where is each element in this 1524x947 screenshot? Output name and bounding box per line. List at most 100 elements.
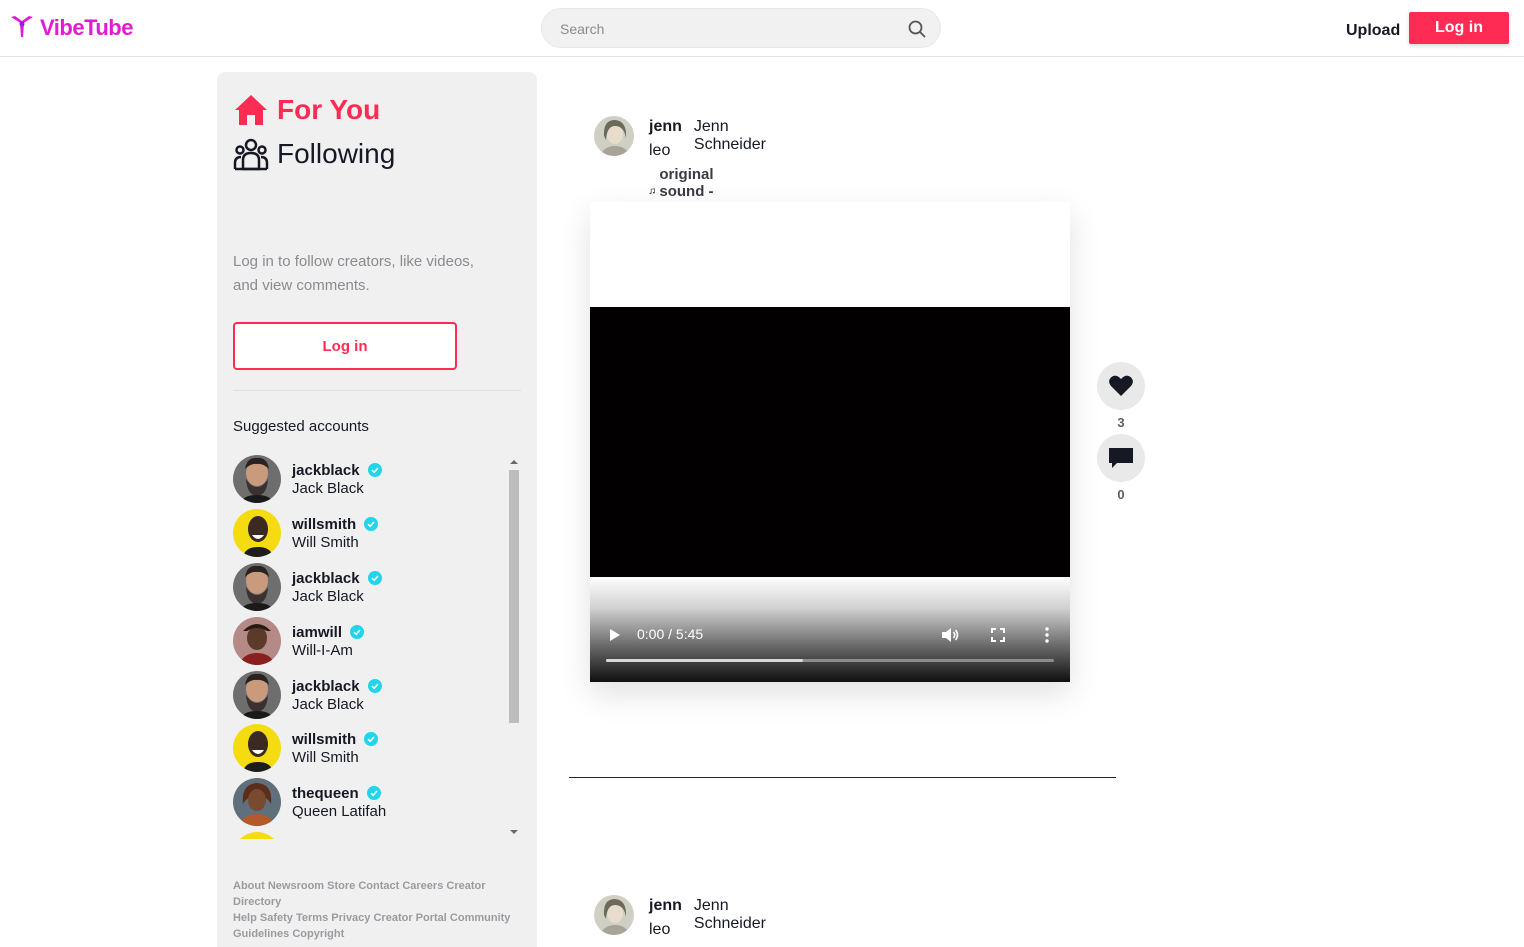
nav-following[interactable]: Following — [233, 136, 395, 172]
fullscreen-icon[interactable] — [989, 626, 1007, 644]
accounts-scrollbar[interactable] — [507, 460, 521, 840]
video-buffered — [606, 659, 804, 662]
footer-links: About Newsroom Store Contact Careers Cre… — [233, 878, 523, 942]
post-handle[interactable]: jenn — [649, 118, 682, 136]
post-caption: leo — [649, 142, 671, 159]
avatar — [233, 455, 281, 503]
like-count: 3 — [1117, 415, 1125, 430]
login-hint-text: Log in to follow creators, like videos, … — [233, 253, 474, 294]
footer-row-1: About Newsroom Store Contact Careers Cre… — [233, 878, 523, 910]
account-name: Will-I-Am — [292, 641, 353, 659]
verified-icon — [364, 732, 379, 746]
account-handle: jackblack — [292, 569, 360, 587]
scroll-thumb[interactable] — [509, 470, 519, 723]
comment-icon — [1109, 448, 1133, 468]
logo-text: VibeTube — [40, 15, 133, 40]
logo[interactable]: VibeTube — [9, 14, 133, 42]
search-icon — [908, 20, 926, 38]
suggested-account[interactable]: jackblack Jack Black — [233, 454, 493, 504]
post-handle[interactable]: jenn — [649, 897, 682, 915]
footer-link[interactable]: Copyright — [292, 928, 344, 940]
logo-icon — [9, 13, 35, 44]
account-name: Will Smith — [292, 748, 359, 766]
suggested-accounts-list[interactable]: jackblack Jack Black willsmith Will Smit… — [233, 454, 521, 839]
video-player[interactable]: 0:00 / 5:45 — [590, 202, 1070, 682]
video-progress-bar[interactable] — [606, 659, 1054, 662]
top-header: VibeTube Upload Log in — [0, 0, 1524, 57]
account-handle: thequeen — [292, 784, 359, 802]
footer-link[interactable]: About — [233, 880, 265, 892]
account-handle: jackblack — [292, 461, 360, 479]
header-login-button[interactable]: Log in — [1409, 12, 1509, 44]
sidebar-login-button[interactable]: Log in — [233, 322, 457, 370]
video-controls: 0:00 / 5:45 — [590, 577, 1070, 682]
suggested-account[interactable]: jackblack Jack Black — [233, 562, 493, 612]
footer-link[interactable]: Privacy — [331, 912, 370, 924]
footer-link[interactable]: Safety — [260, 912, 293, 924]
post-author-name[interactable]: Jenn Schneider — [694, 897, 766, 933]
avatar — [233, 832, 281, 839]
account-name: Will Smith — [292, 533, 359, 551]
avatar — [233, 724, 281, 772]
footer-link[interactable]: Store — [327, 880, 355, 892]
avatar — [233, 563, 281, 611]
verified-icon — [350, 625, 365, 639]
footer-row-2: Help Safety Terms Privacy Creator Portal… — [233, 910, 523, 942]
verified-icon — [366, 786, 381, 800]
sidebar-divider — [233, 390, 521, 391]
search-input[interactable] — [560, 19, 890, 39]
suggested-account[interactable]: willsmith Will Smith — [233, 508, 493, 558]
verified-icon — [367, 679, 382, 693]
avatar — [233, 778, 281, 826]
comment-count: 0 — [1117, 487, 1125, 502]
account-handle: iamwill — [292, 623, 343, 641]
scroll-down-arrow[interactable] — [510, 830, 518, 834]
avatar — [233, 509, 281, 557]
suggested-account[interactable]: jackblack Jack Black — [233, 670, 493, 720]
nav-following-label: Following — [277, 138, 396, 169]
suggested-account[interactable]: willsmith Will Smith — [233, 723, 493, 773]
post-divider — [569, 777, 1116, 778]
suggested-account[interactable]: iamwill Will-I-Am — [233, 616, 493, 666]
suggested-account[interactable]: thequeen Queen Latifah — [233, 777, 493, 827]
heart-icon — [1109, 375, 1133, 396]
volume-icon[interactable] — [940, 626, 960, 644]
account-handle: jackblack — [292, 677, 360, 695]
comment-button[interactable] — [1097, 434, 1145, 482]
footer-link[interactable]: Terms — [296, 912, 328, 924]
account-name: Queen Latifah — [292, 802, 387, 820]
music-note-icon — [649, 188, 655, 195]
post-author-name[interactable]: Jenn Schneider — [694, 118, 766, 154]
search-button[interactable] — [906, 18, 928, 40]
account-handle: willsmith — [292, 515, 357, 533]
nav-for-you[interactable]: For You — [233, 92, 380, 128]
post-caption: leo — [649, 921, 671, 938]
play-icon[interactable] — [608, 628, 622, 642]
footer-link[interactable]: Contact — [358, 880, 399, 892]
footer-link[interactable]: Careers — [402, 880, 443, 892]
post-avatar[interactable] — [594, 116, 634, 156]
verified-icon — [367, 571, 382, 585]
home-icon — [235, 95, 267, 125]
account-name: Jack Black — [292, 587, 364, 605]
like-button[interactable] — [1097, 362, 1145, 410]
account-name: Jack Black — [292, 695, 364, 713]
avatar — [233, 617, 281, 665]
verified-icon — [364, 517, 379, 531]
scroll-up-arrow[interactable] — [510, 460, 518, 464]
suggested-account[interactable] — [233, 831, 493, 839]
video-frame[interactable] — [590, 307, 1070, 577]
nav-for-you-label: For You — [277, 94, 381, 125]
suggested-accounts-title: Suggested accounts — [233, 418, 369, 435]
footer-link[interactable]: Creator Portal — [373, 912, 446, 924]
search-bar — [541, 8, 941, 48]
users-icon — [233, 138, 269, 171]
post-avatar[interactable] — [594, 895, 634, 935]
account-handle: willsmith — [292, 730, 357, 748]
footer-link[interactable]: Help — [233, 912, 257, 924]
footer-link[interactable]: Newsroom — [268, 880, 324, 892]
verified-icon — [367, 463, 382, 477]
more-options-icon[interactable] — [1038, 626, 1056, 644]
upload-link[interactable]: Upload — [1346, 22, 1400, 40]
account-name: Jack Black — [292, 479, 364, 497]
